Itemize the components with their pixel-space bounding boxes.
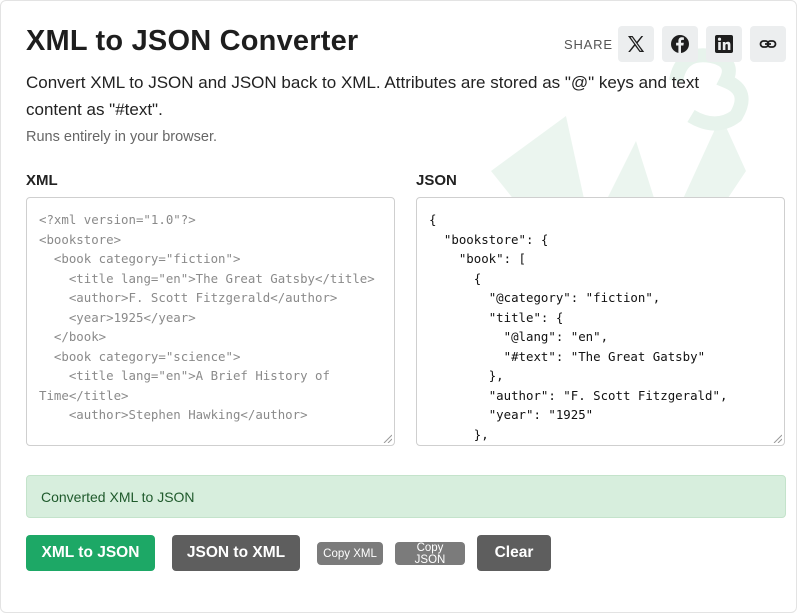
converter-card: XML to JSON Converter SHARE Convert XML … xyxy=(0,0,797,613)
share-x-button[interactable] xyxy=(618,26,654,62)
resize-handle-icon[interactable] xyxy=(383,434,392,443)
clear-button[interactable]: Clear xyxy=(477,535,551,571)
x-twitter-icon xyxy=(628,36,645,52)
json-textarea[interactable]: { "bookstore": { "book": [ { "@category"… xyxy=(416,197,785,446)
browser-note: Runs entirely in your browser. xyxy=(26,129,217,145)
xml-content: <?xml version="1.0"?> <bookstore> <book … xyxy=(39,212,375,422)
json-to-xml-button[interactable]: JSON to XML xyxy=(172,535,300,571)
json-content: { "bookstore": { "book": [ { "@category"… xyxy=(429,212,728,442)
status-message: Converted XML to JSON xyxy=(26,475,786,518)
copy-link-button[interactable] xyxy=(750,26,786,62)
linkedin-icon xyxy=(715,35,733,53)
resize-handle-icon[interactable] xyxy=(773,434,782,443)
xml-textarea[interactable]: <?xml version="1.0"?> <bookstore> <book … xyxy=(26,197,395,446)
share-facebook-button[interactable] xyxy=(662,26,698,62)
copy-json-button[interactable]: Copy JSON xyxy=(395,542,465,566)
share-linkedin-button[interactable] xyxy=(706,26,742,62)
share-label: SHARE xyxy=(564,37,613,52)
xml-label: XML xyxy=(26,172,58,189)
link-icon xyxy=(759,40,777,48)
page-title: XML to JSON Converter xyxy=(26,25,359,57)
copy-xml-button[interactable]: Copy XML xyxy=(317,542,383,565)
xml-to-json-button[interactable]: XML to JSON xyxy=(26,535,155,571)
facebook-icon xyxy=(671,35,689,53)
tool-description: Convert XML to JSON and JSON back to XML… xyxy=(26,73,700,119)
json-label: JSON xyxy=(416,172,457,189)
